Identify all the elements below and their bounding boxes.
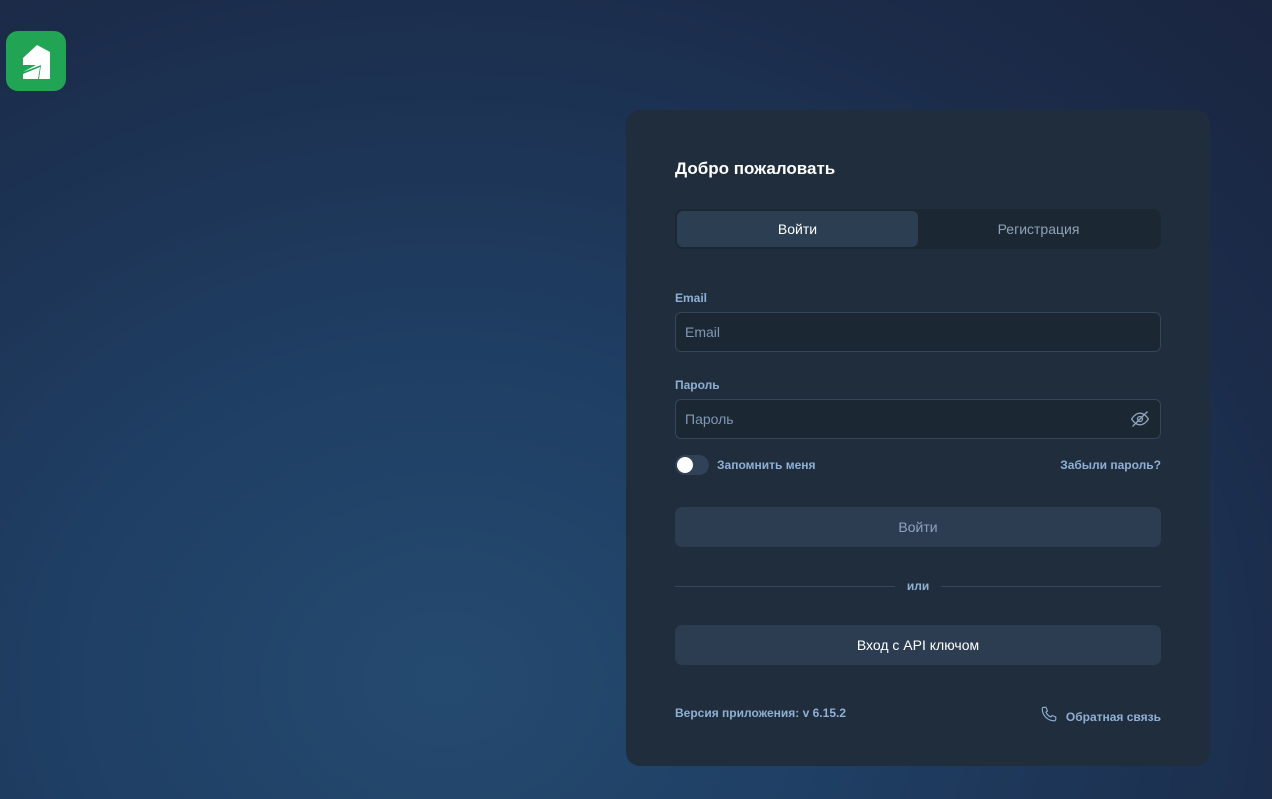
feedback-label: Обратная связь	[1065, 709, 1161, 724]
divider-text: или	[906, 579, 930, 593]
divider-line	[941, 585, 1162, 587]
password-input[interactable]	[676, 411, 1120, 427]
app-version: Версия приложения: v 6.15.2	[675, 705, 846, 720]
eye-off-icon[interactable]	[1120, 409, 1160, 429]
api-key-login-button[interactable]: Вход с API ключом	[675, 625, 1161, 665]
password-label: Пароль	[675, 378, 720, 392]
remember-me-toggle[interactable]	[675, 455, 709, 475]
forgot-password-link[interactable]: Забыли пароль?	[1060, 458, 1161, 472]
or-divider: или	[675, 579, 1162, 593]
password-field-wrapper	[675, 399, 1161, 439]
auth-tabs: Войти Регистрация	[675, 209, 1161, 249]
divider-line	[675, 585, 895, 587]
house-logo-icon	[23, 45, 50, 79]
login-submit-button[interactable]: Войти	[675, 507, 1161, 547]
phone-icon	[1040, 705, 1058, 728]
feedback-link[interactable]: Обратная связь	[1040, 705, 1161, 728]
login-card: Добро пожаловать Войти Регистрация Email…	[626, 110, 1210, 766]
email-input[interactable]	[676, 324, 1160, 340]
app-logo[interactable]	[6, 31, 66, 91]
remember-row: Запомнить меня Забыли пароль?	[675, 455, 1161, 475]
remember-me-label: Запомнить меня	[717, 458, 816, 472]
email-label: Email	[675, 291, 708, 305]
welcome-title: Добро пожаловать	[675, 159, 836, 178]
tab-login[interactable]: Войти	[677, 211, 918, 247]
card-footer: Версия приложения: v 6.15.2 Обратная свя…	[675, 697, 1161, 728]
tab-register[interactable]: Регистрация	[918, 211, 1159, 247]
email-field-wrapper	[675, 312, 1161, 352]
